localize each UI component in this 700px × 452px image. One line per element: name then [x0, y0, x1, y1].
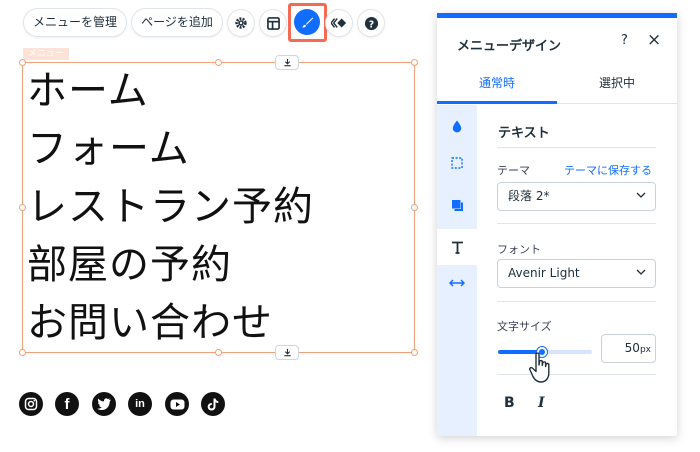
sidebar-item-text[interactable]: [437, 229, 477, 265]
resize-handle[interactable]: [19, 59, 26, 66]
instagram-glyph: [24, 397, 38, 411]
sidebar-item-border[interactable]: [437, 145, 477, 181]
font-label: フォント: [497, 243, 541, 256]
sidebar-item-shadow[interactable]: [437, 187, 477, 223]
facebook-icon[interactable]: f: [55, 392, 79, 416]
resize-handle[interactable]: [411, 59, 418, 66]
animation-button[interactable]: [326, 10, 352, 36]
facebook-glyph: f: [64, 395, 70, 413]
divider: [497, 374, 656, 375]
panel-title: メニューデザイン: [457, 39, 562, 54]
svg-text:?: ?: [368, 19, 373, 30]
twitter-glyph: [97, 398, 111, 410]
twitter-icon[interactable]: [92, 392, 116, 416]
chevron-down-icon: [636, 269, 646, 275]
italic-button[interactable]: I: [538, 395, 545, 411]
font-dropdown[interactable]: Avenir Light: [497, 259, 656, 288]
design-button[interactable]: [294, 9, 320, 35]
section-title-text: テキスト: [498, 126, 550, 141]
tab-normal[interactable]: 通常時: [437, 64, 557, 104]
font-size-input[interactable]: 50px: [601, 334, 656, 363]
divider: [497, 301, 656, 302]
tiktok-icon[interactable]: [201, 392, 225, 416]
sidebar-item-fill[interactable]: [437, 108, 477, 144]
resize-handle[interactable]: [215, 349, 222, 356]
help-icon[interactable]: ?: [621, 33, 628, 48]
manage-menu-button[interactable]: メニューを管理: [24, 9, 126, 36]
menu-item-restaurant[interactable]: レストラン予約: [27, 184, 314, 230]
font-size-label: 文字サイズ: [497, 320, 552, 333]
menu-item-contact[interactable]: お問い合わせ: [27, 300, 273, 346]
font-size-unit: px: [639, 345, 651, 355]
theme-value: 段落 2*: [508, 189, 550, 203]
divider: [497, 147, 656, 148]
save-to-theme-link[interactable]: テーマに保存する: [564, 162, 652, 178]
resize-handle[interactable]: [411, 204, 418, 211]
help-icon: ?: [364, 16, 378, 30]
stretch-handle-top[interactable]: [275, 55, 299, 70]
theme-dropdown[interactable]: 段落 2*: [497, 182, 656, 211]
linkedin-glyph: in: [135, 398, 145, 410]
download-icon: [283, 348, 291, 357]
chevron-down-icon: [636, 192, 646, 198]
menu-item-home[interactable]: ホーム: [27, 68, 149, 114]
layout-button[interactable]: [260, 10, 286, 36]
instagram-icon[interactable]: [19, 392, 43, 416]
bold-button[interactable]: B: [504, 395, 515, 411]
sidebar-item-spacing[interactable]: [437, 265, 477, 301]
font-size-value: 50: [624, 341, 640, 355]
animation-icon: [331, 18, 347, 28]
add-page-button[interactable]: ページを追加: [132, 9, 222, 36]
settings-button[interactable]: [228, 10, 254, 36]
shadow-icon: [451, 199, 463, 211]
design-sidebar: [437, 105, 477, 436]
theme-label: テーマ: [497, 164, 530, 177]
help-button[interactable]: ?: [358, 10, 384, 36]
spacing-arrows-icon: [449, 279, 465, 287]
state-tabs: 通常時 選択中: [437, 64, 677, 104]
menu-item-room[interactable]: 部屋の予約: [27, 242, 232, 288]
tab-selected[interactable]: 選択中: [557, 64, 677, 104]
youtube-icon[interactable]: [165, 392, 189, 416]
font-value: Avenir Light: [508, 266, 580, 280]
resize-handle[interactable]: [19, 349, 26, 356]
resize-handle[interactable]: [19, 204, 26, 211]
linkedin-icon[interactable]: in: [128, 392, 152, 416]
resize-handle[interactable]: [411, 349, 418, 356]
menu-element-tag: メニュー: [23, 48, 70, 60]
gear-icon: [235, 17, 247, 29]
youtube-glyph: [170, 399, 184, 409]
brush-icon: [301, 16, 313, 28]
divider: [497, 223, 656, 224]
menu-design-panel: メニューデザイン ? × 通常時 選択中 テキスト テーマ テーマに保存する 段…: [437, 13, 677, 436]
menu-item-form[interactable]: フォーム: [27, 126, 190, 172]
layout-icon: [266, 16, 280, 30]
hand-cursor-icon: [529, 352, 550, 383]
text-t-icon: [451, 241, 463, 254]
border-icon: [451, 157, 463, 169]
tiktok-glyph: [207, 398, 219, 410]
resize-handle[interactable]: [215, 59, 222, 66]
download-icon: [283, 58, 291, 67]
close-icon[interactable]: ×: [647, 30, 661, 50]
stretch-handle-bottom[interactable]: [275, 345, 299, 360]
fill-drop-icon: [452, 120, 462, 132]
